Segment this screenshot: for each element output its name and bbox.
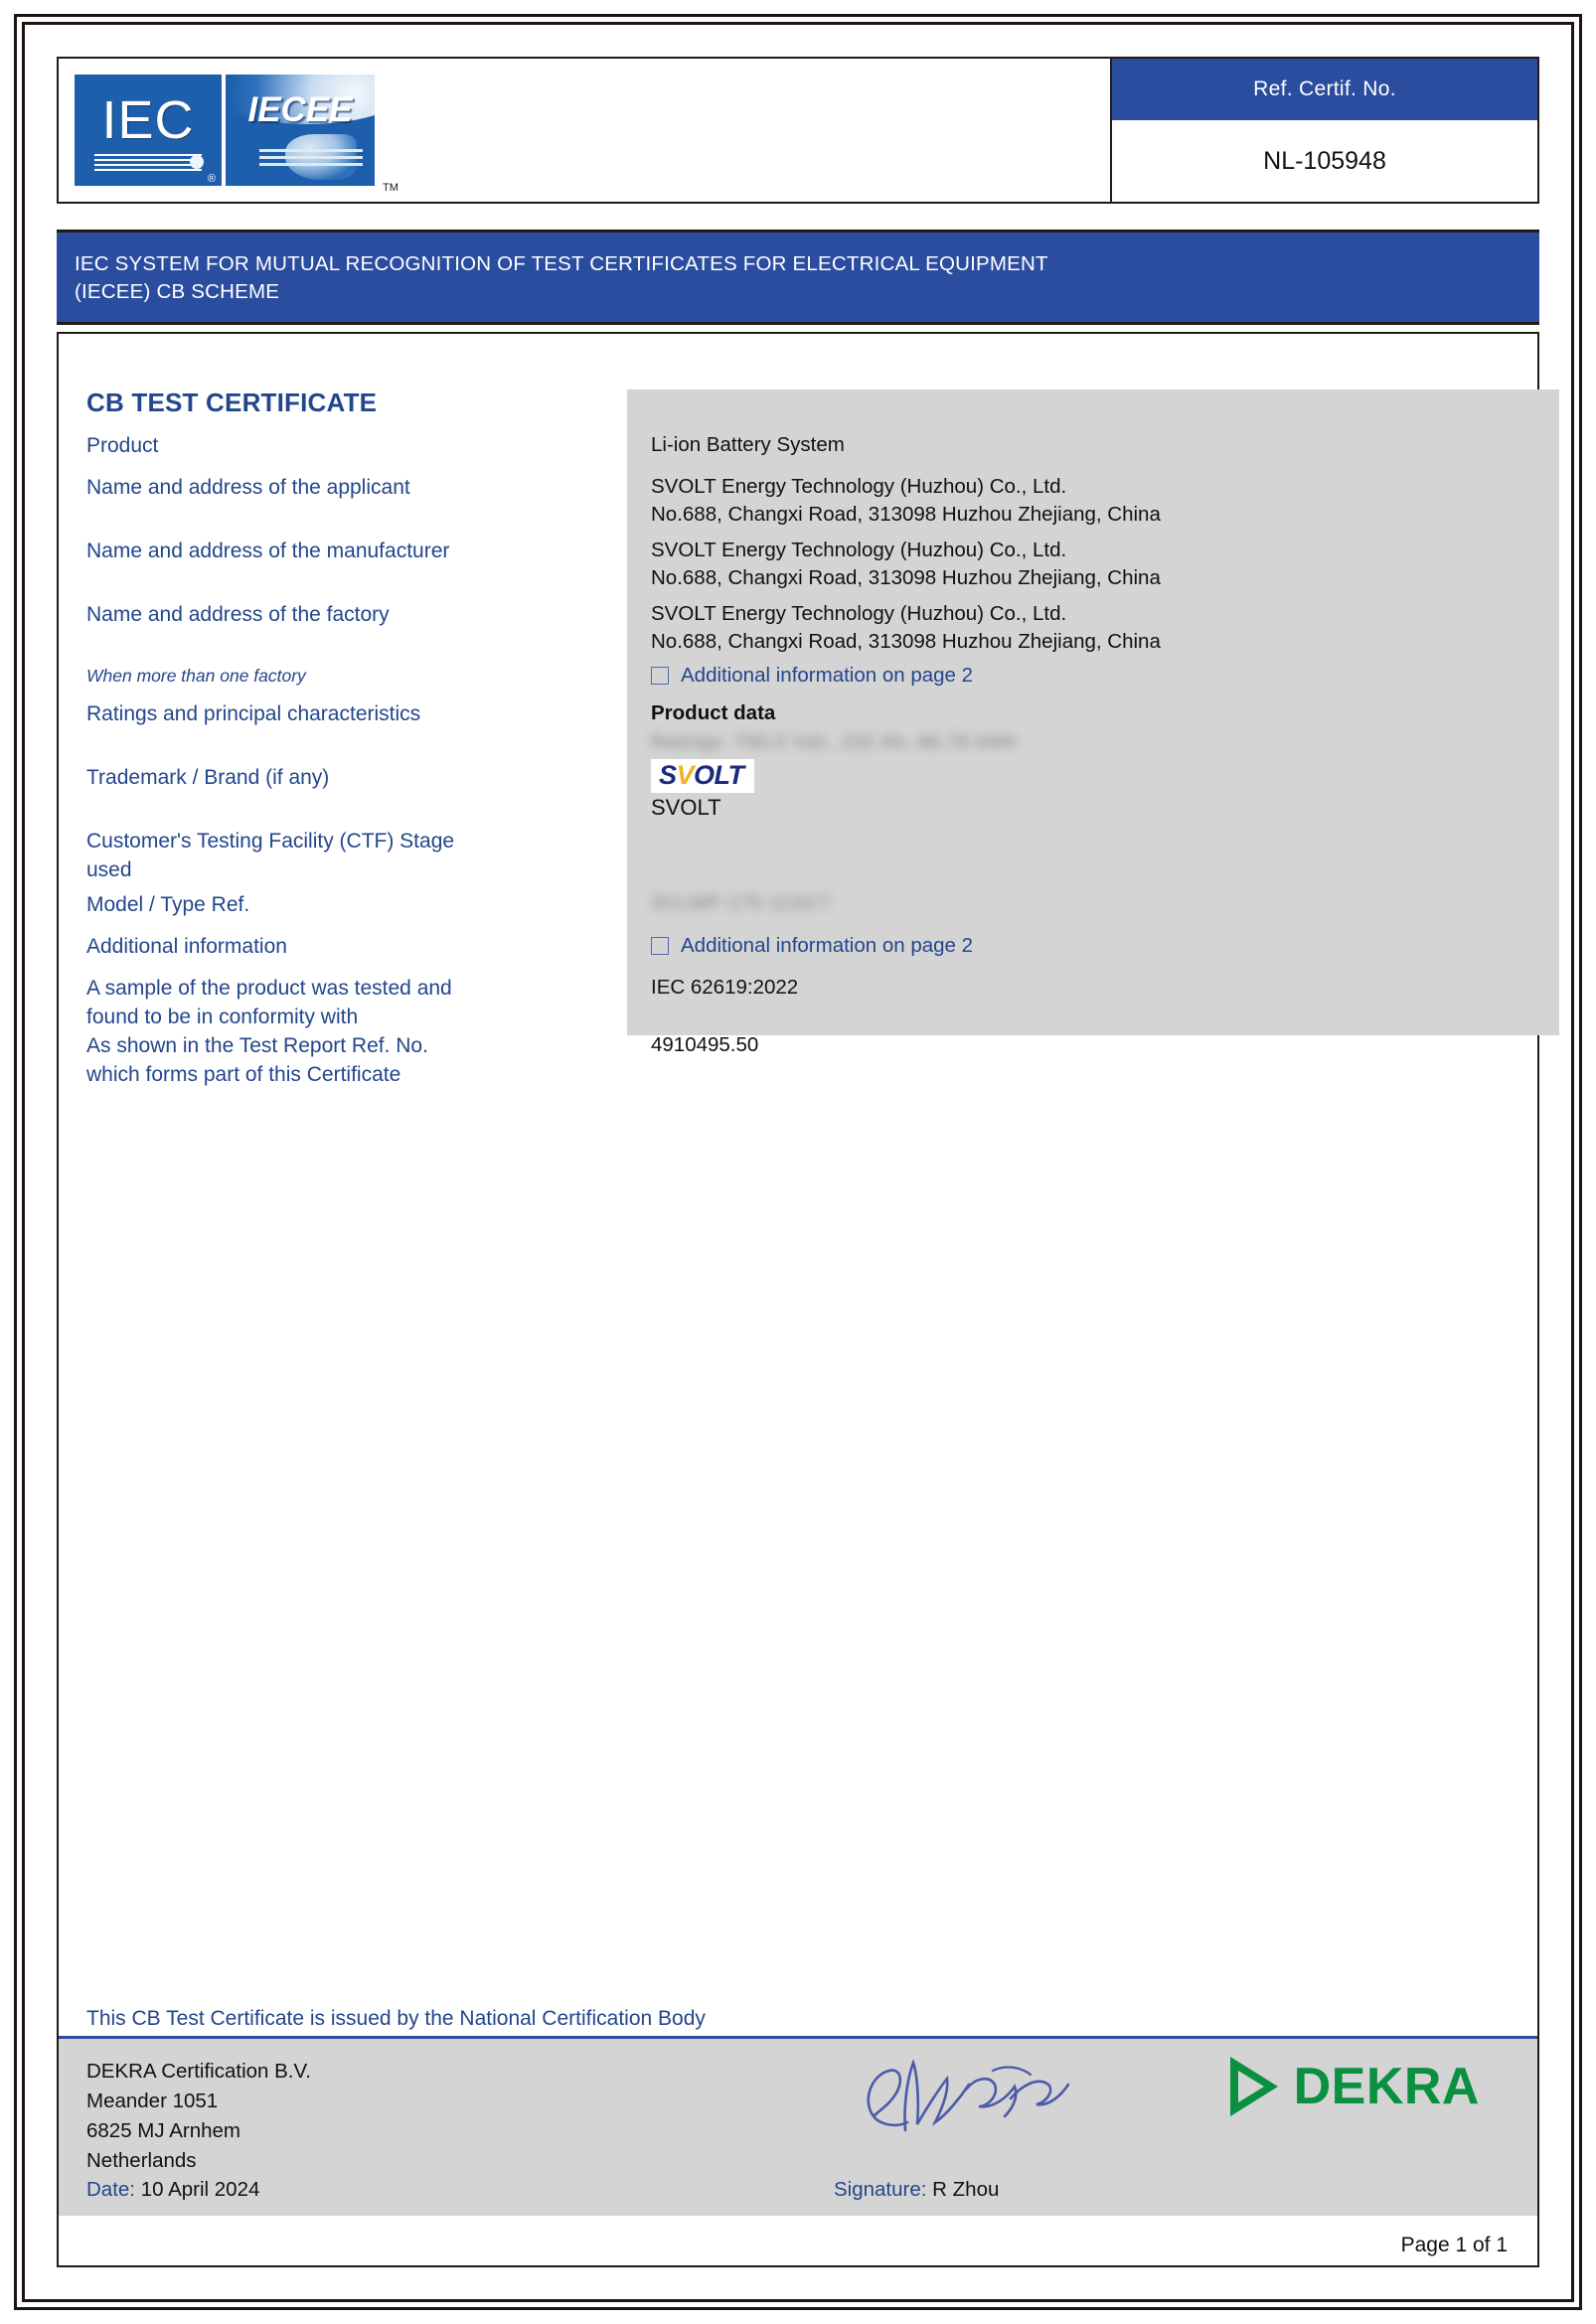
- dekra-triangle-icon: [1229, 2057, 1278, 2116]
- certificate-header: IEC ® IECEE TM Ref. Certif. No. NL-10594…: [57, 57, 1539, 204]
- value-additional-info-page2: Additional information on page 2: [651, 932, 973, 960]
- certification-body-city: 6825 MJ Arnhem: [86, 2119, 240, 2142]
- label-ratings: Ratings and principal characteristics: [86, 702, 421, 725]
- label-test-report: As shown in the Test Report Ref. No. whi…: [86, 1031, 428, 1089]
- issue-date: Date: 10 April 2024: [86, 2178, 259, 2202]
- scheme-banner: IEC SYSTEM FOR MUTUAL RECOGNITION OF TES…: [57, 230, 1539, 325]
- registered-mark-icon: ®: [207, 173, 216, 185]
- certification-body-name: DEKRA Certification B.V.: [86, 2060, 311, 2083]
- checkbox-label-additional-info-factory: Additional information on page 2: [681, 664, 974, 687]
- dekra-logo-text: DEKRA: [1293, 2058, 1480, 2115]
- iecee-logo-text: IECEE: [247, 90, 353, 129]
- iec-logo-text: IEC: [101, 89, 195, 150]
- checkbox-label-additional-info: Additional information on page 2: [681, 934, 974, 957]
- value-product-data-heading: Product data: [651, 701, 776, 724]
- svolt-logo-olt: OLT: [694, 760, 744, 790]
- value-factory-name: SVOLT Energy Technology (Huzhou) Co., Lt…: [651, 602, 1067, 625]
- checkbox-additional-info[interactable]: [651, 937, 669, 955]
- value-applicant: SVOLT Energy Technology (Huzhou) Co., Lt…: [651, 473, 1161, 529]
- iec-logo-icon: IEC ®: [75, 75, 222, 186]
- svolt-logo-icon: SVOLT: [651, 759, 754, 793]
- issued-by-text: This CB Test Certificate is issued by th…: [86, 2007, 706, 2030]
- certification-body-country: Netherlands: [86, 2149, 197, 2172]
- svolt-logo-s: S: [659, 760, 677, 790]
- iec-logo-dot: [190, 154, 204, 169]
- label-conformity-line1: A sample of the product was tested and: [86, 977, 452, 1000]
- issue-date-label: Date:: [86, 2178, 135, 2201]
- value-factory: SVOLT Energy Technology (Huzhou) Co., Lt…: [651, 600, 1161, 656]
- certificate-sheet: IEC ® IECEE TM Ref. Certif. No. NL-10594…: [35, 35, 1561, 2289]
- page-outer-frame: IEC ® IECEE TM Ref. Certif. No. NL-10594…: [14, 14, 1582, 2310]
- certificate-body: CB TEST CERTIFICATE Product Name and add…: [57, 332, 1559, 2267]
- value-manufacturer-name: SVOLT Energy Technology (Huzhou) Co., Lt…: [651, 539, 1067, 561]
- signature-name: R Zhou: [932, 2178, 1000, 2201]
- label-manufacturer: Name and address of the manufacturer: [86, 540, 450, 562]
- value-trademark: SVOLT SVOLT: [651, 759, 754, 822]
- signature-block: Signature: R Zhou: [834, 2178, 999, 2202]
- issue-date-value: 10 April 2024: [140, 2178, 260, 2201]
- value-model-type-redacted: SCLMP-175-11SC7: [651, 893, 832, 914]
- certification-body-address: DEKRA Certification B.V. Meander 1051 68…: [86, 2057, 311, 2176]
- page-inner-frame: IEC ® IECEE TM Ref. Certif. No. NL-10594…: [22, 22, 1574, 2302]
- tm-mark-icon: TM: [383, 182, 399, 194]
- ref-certif-no-label: Ref. Certif. No.: [1112, 59, 1537, 120]
- checkbox-additional-info-factory[interactable]: [651, 667, 669, 685]
- footer-panel: DEKRA Certification B.V. Meander 1051 68…: [59, 2039, 1537, 2216]
- signature-label: Signature:: [834, 2178, 927, 2201]
- value-product-data-redacted: Ratings: 700,0 Vdc, 232 Ah, 86,78 kWh: [651, 732, 1018, 753]
- label-ctf-stage: Customer's Testing Facility (CTF) Stage …: [86, 827, 454, 884]
- label-test-report-line2: which forms part of this Certificate: [86, 1063, 401, 1086]
- label-model-type-ref: Model / Type Ref.: [86, 893, 250, 916]
- scheme-banner-line2: (IECEE) CB SCHEME: [75, 280, 280, 303]
- logo-group: IEC ® IECEE TM: [59, 59, 1112, 202]
- value-standard: IEC 62619:2022: [651, 976, 799, 999]
- page-title: CB TEST CERTIFICATE: [86, 387, 378, 417]
- dekra-logo: DEKRA: [1229, 2057, 1480, 2116]
- ref-certif-no-value: NL-105948: [1112, 120, 1537, 202]
- page-number: Page 1 of 1: [1400, 2234, 1508, 2256]
- value-applicant-address: No.688, Changxi Road, 313098 Huzhou Zhej…: [651, 503, 1161, 526]
- iecee-logo-lines: [259, 149, 363, 170]
- label-test-report-line1: As shown in the Test Report Ref. No.: [86, 1034, 428, 1057]
- ref-certif-no-box: Ref. Certif. No. NL-105948: [1112, 59, 1537, 202]
- svolt-logo-v: V: [676, 760, 695, 790]
- label-additional-information: Additional information: [86, 935, 287, 958]
- label-conformity-line2: found to be in conformity with: [86, 1006, 359, 1028]
- value-trademark-word: SVOLT: [651, 795, 721, 820]
- label-ctf-stage-line2: used: [86, 858, 132, 881]
- iecee-logo-icon: IECEE: [226, 75, 375, 186]
- label-factory: Name and address of the factory: [86, 603, 390, 626]
- value-applicant-name: SVOLT Energy Technology (Huzhou) Co., Lt…: [651, 475, 1067, 498]
- iec-logo-lines: [94, 153, 204, 171]
- label-applicant: Name and address of the applicant: [86, 476, 410, 499]
- label-ctf-stage-line1: Customer's Testing Facility (CTF) Stage: [86, 830, 455, 852]
- value-product: Li-ion Battery System: [651, 433, 845, 456]
- signature-image: [867, 2059, 1070, 2132]
- label-conformity: A sample of the product was tested and f…: [86, 974, 452, 1031]
- certification-body-street: Meander 1051: [86, 2090, 219, 2112]
- value-factory-address: No.688, Changxi Road, 313098 Huzhou Zhej…: [651, 630, 1161, 653]
- scheme-banner-line1: IEC SYSTEM FOR MUTUAL RECOGNITION OF TES…: [75, 252, 1048, 275]
- value-additional-info-page2-factory: Additional information on page 2: [651, 662, 973, 690]
- value-manufacturer: SVOLT Energy Technology (Huzhou) Co., Lt…: [651, 537, 1161, 592]
- label-trademark: Trademark / Brand (if any): [86, 766, 330, 789]
- label-when-more-than-one-factory: When more than one factory: [86, 666, 306, 686]
- label-product: Product: [86, 434, 159, 457]
- value-test-report-no: 4910495.50: [651, 1033, 759, 1056]
- value-manufacturer-address: No.688, Changxi Road, 313098 Huzhou Zhej…: [651, 566, 1161, 589]
